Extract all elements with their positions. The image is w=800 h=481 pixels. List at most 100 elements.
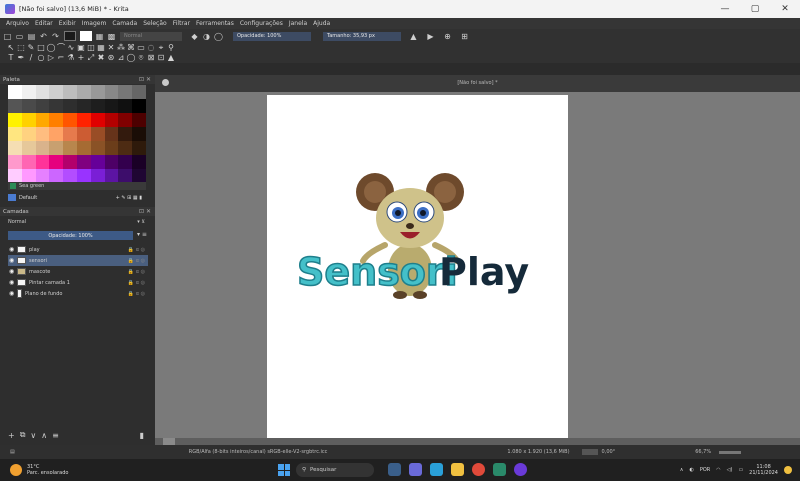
ellipse-tool[interactable]: ◯ [46,43,56,53]
panel-close-icon[interactable]: ⊡ ✕ [139,76,151,83]
similar-select-tool[interactable]: ⌾ [136,53,146,63]
palette-swatch[interactable] [76,169,91,183]
tray-chevron-icon[interactable]: ∧ [680,467,684,473]
layer-lock-icons[interactable]: 🔒 α ◎ [128,291,145,297]
freehand-brush-tool[interactable]: ✎ [26,43,36,53]
palette-swatch[interactable] [90,155,105,169]
open-document-icon[interactable]: ▭ [15,32,24,41]
palette-swatch[interactable] [118,85,133,99]
palette-swatch[interactable] [21,85,36,99]
status-brush-icon[interactable]: ▤ [10,449,15,455]
palette-swatch[interactable] [63,155,77,169]
palette-swatch[interactable] [8,127,22,141]
menu-item-imagem[interactable]: Imagem [82,20,107,27]
blend-mode-select[interactable]: Normal [120,31,182,41]
color-picker-tool[interactable]: ⚗ [66,53,76,63]
volume-icon[interactable]: ◁) [727,467,733,473]
edit-shapes-tool[interactable]: ⬚ [16,43,26,53]
pattern-icon[interactable]: ▩ [107,32,116,41]
palette-swatch[interactable] [90,113,105,127]
menu-item-selecao[interactable]: Seleção [143,20,167,27]
palette-swatch[interactable] [8,169,22,183]
palette-swatch[interactable] [21,169,36,183]
palette-swatch[interactable] [132,85,146,99]
layer-properties-icon[interactable]: ≡ [52,431,59,440]
taskbar-search[interactable]: ⚲ Pesquisar [296,463,374,477]
assistant-tool[interactable]: ⊛ [106,53,116,63]
taskbar-clock[interactable]: 11:08 21/11/2024 [749,464,778,476]
zoom-slider[interactable] [719,450,742,454]
palette-swatch[interactable] [104,169,119,183]
palette-swatch[interactable] [90,141,105,155]
menu-item-janela[interactable]: Janela [289,20,307,27]
select-shapes-tool[interactable]: ↖ [6,43,16,53]
palette-swatch[interactable] [76,155,91,169]
path-tool[interactable]: ∿ [66,43,76,53]
rectangle-select-tool[interactable]: ▭ [136,43,146,53]
opacity-slider[interactable]: Opacidade: 100% [233,31,311,41]
palette-swatch[interactable] [49,169,64,183]
palette-swatch[interactable] [35,169,50,183]
palette-swatch[interactable] [90,127,105,141]
polygon-select-tool[interactable]: ⊠ [146,53,156,63]
visibility-eye-icon[interactable]: ◉ [9,268,15,275]
edge-app-icon[interactable] [430,463,443,476]
palette-swatch[interactable] [35,155,50,169]
ellipse-select-tool[interactable]: ◌ [146,43,156,53]
palette-swatch[interactable] [76,85,91,99]
visibility-eye-icon[interactable]: ◉ [9,246,15,253]
palette-swatch[interactable] [35,113,50,127]
palette-swatch[interactable] [8,99,22,113]
canvas-page[interactable]: Sensori Play [267,95,568,438]
size-slider[interactable]: Tamanho: 35,93 px [323,31,401,41]
lasso-tool[interactable]: ⌖ [156,43,166,53]
palette-action-icons[interactable]: + ✎ ⊞ ▦ ▮ [116,195,142,201]
minimize-button[interactable]: — [710,0,740,18]
vpn-app-icon[interactable] [493,463,506,476]
palette-swatch[interactable] [63,113,77,127]
palette-swatch[interactable] [104,141,119,155]
visibility-eye-icon[interactable]: ◉ [9,257,15,264]
preserve-alpha-icon[interactable]: ◑ [202,32,211,41]
layer-row-pintar-camada[interactable]: ◉ Pintar camada 1 🔒 α ◎ [8,277,148,288]
palette-swatch[interactable] [76,127,91,141]
palette-swatch[interactable] [21,141,36,155]
palette-swatch[interactable] [21,127,36,141]
palette-swatch[interactable] [63,141,77,155]
undo-icon[interactable]: ↶ [39,32,48,41]
tray-network-app-icon[interactable]: ◐ [689,467,693,473]
layer-lock-icons[interactable]: 🔒 α ◎ [128,247,145,253]
polyline-tool[interactable]: ⌐ [56,53,66,63]
palette-swatch[interactable] [132,169,146,183]
new-document-icon[interactable]: □ [3,32,12,41]
gradient-icon[interactable]: ▦ [95,32,104,41]
background-color-swatch[interactable] [80,31,92,41]
palette-swatch[interactable] [104,155,119,169]
windows-start-icon[interactable] [278,464,290,476]
scrollbar-handle[interactable] [163,438,175,445]
reference-tool[interactable]: ⊿ [116,53,126,63]
notification-icon[interactable] [784,466,792,474]
battery-icon[interactable]: ▭ [738,467,743,473]
palette-swatch[interactable] [49,99,64,113]
magnetic-select-tool[interactable]: ▲ [166,53,176,63]
erase-mode-icon[interactable]: ◆ [190,32,199,41]
menu-item-ajuda[interactable]: Ajuda [313,20,330,27]
palette-swatch[interactable] [104,113,119,127]
weather-widget[interactable]: 31°C Parc. ensolarado [10,464,68,476]
palette-swatch[interactable] [35,127,50,141]
rotation-slider[interactable] [581,449,598,455]
palette-swatch[interactable] [63,169,77,183]
menu-item-editar[interactable]: Editar [35,20,53,27]
menu-item-filtrar[interactable]: Filtrar [173,20,190,27]
layers-panel-close-icon[interactable]: ⊡ ✕ [139,208,151,215]
palette-swatch[interactable] [76,99,91,113]
crop-tool[interactable]: ⤢ [86,53,96,63]
fill-tool[interactable]: ◫ [86,43,96,53]
palette-swatch[interactable] [76,141,91,155]
smart-patch-tool[interactable]: ⌘ [126,43,136,53]
palette-swatch[interactable] [49,127,64,141]
menu-item-camada[interactable]: Camada [112,20,137,27]
move-layer-down-icon[interactable]: ∨ [30,431,36,440]
layer-lock-icons[interactable]: 🔒 α ◎ [128,269,145,275]
